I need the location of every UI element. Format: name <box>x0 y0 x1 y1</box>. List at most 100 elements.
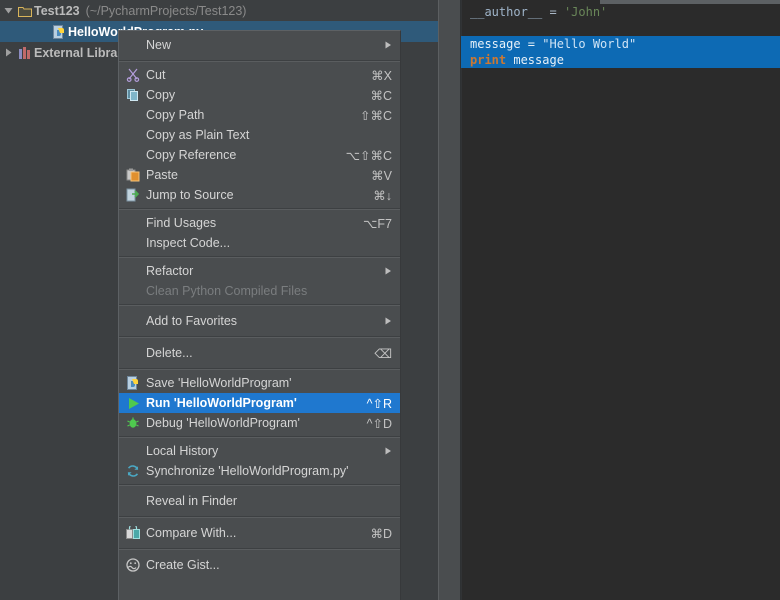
menu-item-shortcut: ⇧⌘C <box>346 108 392 123</box>
synchronize-icon <box>124 463 142 479</box>
code-token: message <box>506 53 564 67</box>
menu-separator <box>119 368 400 370</box>
copy-icon <box>124 87 142 103</box>
code-token: message <box>470 37 528 51</box>
menu-item[interactable]: Jump to Source⌘↓ <box>119 185 400 205</box>
menu-item-shortcut: ⌘↓ <box>359 188 392 203</box>
no-icon <box>124 263 142 279</box>
menu-item[interactable]: New <box>119 33 400 57</box>
menu-item[interactable]: Synchronize 'HelloWorldProgram.py' <box>119 461 400 481</box>
menu-item[interactable]: Find Usages⌥F7 <box>119 213 400 233</box>
menu-item[interactable]: Local History <box>119 441 400 461</box>
menu-separator <box>119 436 400 438</box>
menu-separator <box>119 484 400 486</box>
menu-item[interactable]: Add to Favorites <box>119 309 400 333</box>
no-icon <box>124 235 142 251</box>
menu-item-shortcut: ⌥⇧⌘C <box>332 148 392 163</box>
menu-item-label: Cut <box>142 68 357 82</box>
menu-item[interactable]: Copy⌘C <box>119 85 400 105</box>
menu-item-shortcut: ⌫ <box>360 346 392 361</box>
menu-item-label: Create Gist... <box>142 558 392 572</box>
menu-item[interactable]: Copy Path⇧⌘C <box>119 105 400 125</box>
collapsed-arrow-icon[interactable] <box>0 48 16 57</box>
tree-row[interactable]: Test123(~/PycharmProjects/Test123) <box>0 0 438 21</box>
library-icon <box>16 47 34 59</box>
menu-item[interactable]: Cut⌘X <box>119 65 400 85</box>
code-line[interactable]: print message <box>461 52 780 68</box>
no-icon <box>124 147 142 163</box>
menu-item-shortcut: ⌘D <box>356 526 392 541</box>
menu-item[interactable]: Delete...⌫ <box>119 341 400 365</box>
gist-icon <box>124 557 142 573</box>
menu-item-label: Paste <box>142 168 357 182</box>
menu-item-label: Run 'HelloWorldProgram' <box>142 396 353 410</box>
menu-item-label: Jump to Source <box>142 188 359 202</box>
folder-icon <box>16 5 34 17</box>
menu-item-label: Local History <box>142 444 380 458</box>
tree-row-path: (~/PycharmProjects/Test123) <box>86 4 247 18</box>
cut-icon <box>124 67 142 83</box>
menu-item[interactable]: Copy as Plain Text <box>119 125 400 145</box>
python-file-icon <box>50 25 68 39</box>
menu-item[interactable]: Run 'HelloWorldProgram'^⇧R <box>119 393 400 413</box>
menu-item-label: Debug 'HelloWorldProgram' <box>142 416 353 430</box>
no-icon <box>124 107 142 123</box>
compare-icon <box>124 525 142 541</box>
submenu-arrow-icon <box>380 317 392 325</box>
no-icon <box>124 443 142 459</box>
menu-item-label: Compare With... <box>142 526 356 540</box>
run-icon <box>124 395 142 411</box>
no-icon <box>124 127 142 143</box>
code-token: = <box>542 5 564 19</box>
menu-item-label: Delete... <box>142 346 360 360</box>
code-content[interactable]: __author__ = 'John' message = "Hello Worl… <box>461 4 780 68</box>
panel-splitter[interactable] <box>438 0 461 600</box>
menu-item[interactable]: Compare With...⌘D <box>119 521 400 545</box>
editor-gutter <box>461 0 462 600</box>
no-icon <box>124 313 142 329</box>
submenu-arrow-icon <box>380 41 392 49</box>
menu-item-label: Copy <box>142 88 356 102</box>
no-icon <box>124 345 142 361</box>
menu-item[interactable]: Debug 'HelloWorldProgram'^⇧D <box>119 413 400 433</box>
menu-item[interactable]: Save 'HelloWorldProgram' <box>119 373 400 393</box>
menu-item: Clean Python Compiled Files <box>119 281 400 301</box>
menu-item-label: Copy Path <box>142 108 346 122</box>
menu-item-shortcut: ⌘C <box>356 88 392 103</box>
menu-item[interactable]: Refactor <box>119 261 400 281</box>
menu-item-label: Refactor <box>142 264 380 278</box>
code-line[interactable] <box>461 20 780 36</box>
menu-item-label: Copy as Plain Text <box>142 128 392 142</box>
menu-item[interactable]: Create Gist... <box>119 553 400 577</box>
menu-item-shortcut: ^⇧D <box>353 416 392 431</box>
code-line[interactable]: __author__ = 'John' <box>461 4 780 20</box>
menu-separator <box>119 60 400 62</box>
menu-item-shortcut: ^⇧R <box>353 396 392 411</box>
menu-separator <box>119 256 400 258</box>
python-file-icon <box>124 375 142 391</box>
menu-item[interactable]: Copy Reference⌥⇧⌘C <box>119 145 400 165</box>
menu-separator <box>119 208 400 210</box>
menu-item-label: Reveal in Finder <box>142 494 392 508</box>
menu-item-label: Add to Favorites <box>142 314 380 328</box>
menu-separator <box>119 516 400 518</box>
submenu-arrow-icon <box>380 447 392 455</box>
no-icon <box>124 37 142 53</box>
menu-item-label: New <box>142 38 380 52</box>
menu-item-label: Find Usages <box>142 216 349 230</box>
menu-separator <box>119 548 400 550</box>
pycharm-window: Test123(~/PycharmProjects/Test123)HelloW… <box>0 0 780 600</box>
menu-item[interactable]: Inspect Code... <box>119 233 400 253</box>
paste-icon <box>124 167 142 183</box>
menu-item[interactable]: Reveal in Finder <box>119 489 400 513</box>
file-context-menu[interactable]: NewCut⌘XCopy⌘CCopy Path⇧⌘CCopy as Plain … <box>118 30 401 600</box>
menu-item-label: Clean Python Compiled Files <box>142 284 392 298</box>
code-line[interactable]: message = "Hello World" <box>461 36 780 52</box>
menu-item[interactable]: Paste⌘V <box>119 165 400 185</box>
code-editor[interactable]: __author__ = 'John' message = "Hello Worl… <box>461 0 780 600</box>
expanded-arrow-icon[interactable] <box>0 6 16 15</box>
menu-item-shortcut: ⌘V <box>357 168 392 183</box>
code-token: __author__ <box>470 5 542 19</box>
menu-item-label: Copy Reference <box>142 148 332 162</box>
menu-separator <box>119 336 400 338</box>
